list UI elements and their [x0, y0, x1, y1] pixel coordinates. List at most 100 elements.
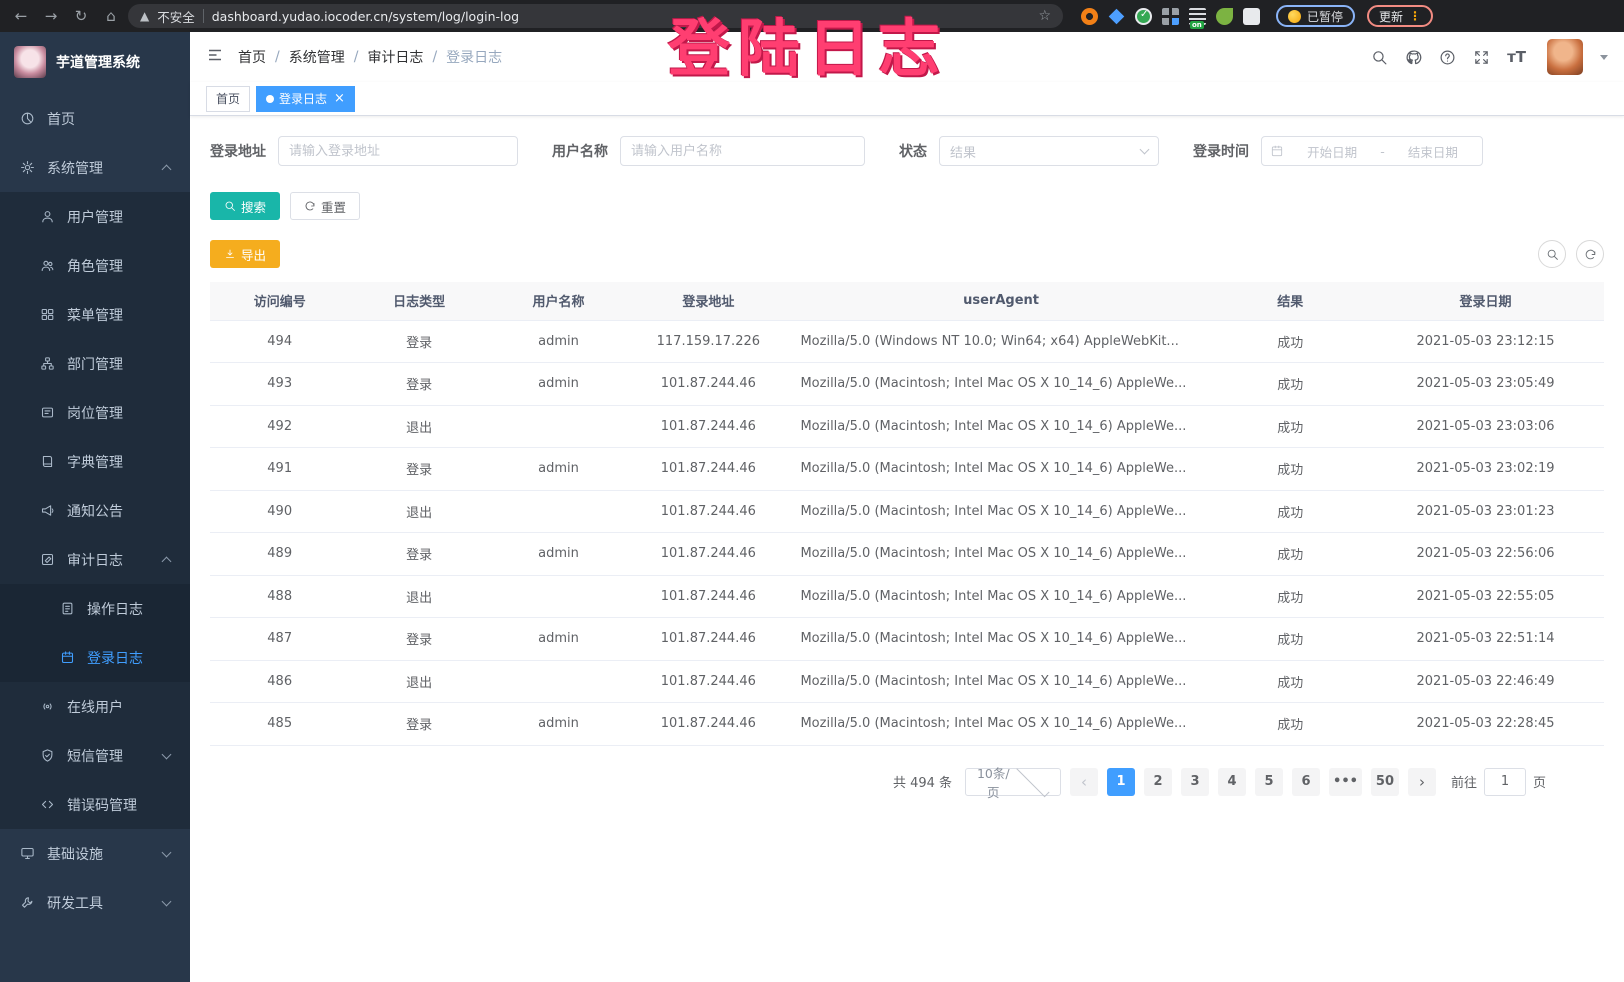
font-size-icon[interactable]: ᴛT: [1507, 48, 1526, 66]
column-header: 访问编号: [210, 282, 349, 320]
hide-search-button[interactable]: [1538, 240, 1566, 268]
help-icon[interactable]: [1439, 49, 1456, 66]
reset-button[interactable]: 重置: [290, 192, 360, 220]
forward-icon[interactable]: →: [38, 7, 64, 25]
table-cell: 487: [210, 618, 349, 661]
top-navbar: 首页/系统管理/审计日志/登录日志 ᴛT: [190, 32, 1624, 82]
hamburger-icon[interactable]: [206, 46, 224, 68]
pagination: 共 494 条 10条/页 ‹ 123456•••50 › 前往 页: [210, 768, 1604, 796]
search-button[interactable]: 搜索: [210, 192, 280, 220]
table-cell: admin: [489, 533, 628, 576]
sidebar-item-menu[interactable]: 菜单管理: [0, 290, 190, 339]
extension-icon[interactable]: [1162, 8, 1179, 25]
sidebar-item-dict[interactable]: 字典管理: [0, 437, 190, 486]
browser-menu-icon[interactable]: ⋮: [1409, 9, 1421, 23]
extension-icon[interactable]: on: [1189, 8, 1206, 25]
page-button-6[interactable]: 6: [1292, 768, 1320, 796]
app-logo[interactable]: 芋道管理系统: [0, 32, 190, 90]
sidebar-item-sms[interactable]: 短信管理: [0, 731, 190, 780]
breadcrumb-item[interactable]: 首页: [238, 47, 266, 67]
refresh-table-button[interactable]: [1576, 240, 1604, 268]
sidebar-item-system[interactable]: 系统管理: [0, 143, 190, 192]
page-size-select[interactable]: 10条/页: [965, 768, 1061, 796]
sidebar-item-label: 菜单管理: [67, 305, 123, 325]
extension-icon[interactable]: [1108, 8, 1125, 25]
reload-icon[interactable]: ↻: [68, 7, 94, 25]
extensions-puzzle-icon[interactable]: [1243, 8, 1260, 25]
profile-paused-pill[interactable]: 已暂停: [1276, 5, 1355, 27]
column-header: 用户名称: [489, 282, 628, 320]
table-cell: admin: [489, 618, 628, 661]
sidebar-item-user[interactable]: 用户管理: [0, 192, 190, 241]
table-body: 494登录admin117.159.17.226Mozilla/5.0 (Win…: [210, 320, 1604, 745]
fullscreen-icon[interactable]: [1473, 49, 1490, 66]
home-icon[interactable]: ⌂: [98, 7, 124, 25]
bookmark-star-icon[interactable]: ☆: [1038, 8, 1051, 24]
sidebar-item-dept[interactable]: 部门管理: [0, 339, 190, 388]
github-icon[interactable]: [1405, 49, 1422, 66]
date-range-picker[interactable]: 开始日期 - 结束日期: [1261, 136, 1483, 166]
table-cell: 成功: [1214, 618, 1367, 661]
table-row: 491登录admin101.87.244.46Mozilla/5.0 (Maci…: [210, 448, 1604, 491]
prev-page-button[interactable]: ‹: [1070, 768, 1098, 796]
sidebar-item-audit[interactable]: 审计日志: [0, 535, 190, 584]
tags-view-bar: 首页登录日志×: [190, 82, 1624, 116]
sidebar-item-loginlog[interactable]: 登录日志: [0, 633, 190, 682]
table-cell: 成功: [1214, 575, 1367, 618]
sidebar-item-home[interactable]: 首页: [0, 94, 190, 143]
refresh-icon: [304, 200, 316, 212]
table-cell: 登录: [349, 618, 488, 661]
status-select[interactable]: 结果: [939, 136, 1159, 166]
sidebar-item-role[interactable]: 角色管理: [0, 241, 190, 290]
tag-item[interactable]: 首页: [206, 86, 250, 112]
chevron-down-icon[interactable]: [1600, 55, 1608, 60]
breadcrumb-separator: /: [354, 49, 359, 65]
page-button-1[interactable]: 1: [1107, 768, 1135, 796]
breadcrumb-item[interactable]: 系统管理: [289, 47, 345, 67]
tab-close-icon[interactable]: ×: [334, 92, 345, 105]
login-address-input[interactable]: [278, 136, 518, 166]
sidebar-item-notice[interactable]: 通知公告: [0, 486, 190, 535]
sidebar-item-infra[interactable]: 基础设施: [0, 829, 190, 878]
search-icon[interactable]: [1371, 49, 1388, 66]
username-input[interactable]: [620, 136, 865, 166]
extension-icon[interactable]: [1081, 8, 1098, 25]
page-button-50[interactable]: 50: [1371, 768, 1399, 796]
page-button-4[interactable]: 4: [1218, 768, 1246, 796]
user-avatar[interactable]: [1547, 39, 1583, 75]
export-button[interactable]: 导出: [210, 240, 280, 268]
sidebar: 芋道管理系统 首页系统管理用户管理角色管理菜单管理部门管理岗位管理字典管理通知公…: [0, 32, 190, 982]
goto-page-input[interactable]: [1484, 768, 1526, 796]
main-area: 首页/系统管理/审计日志/登录日志 ᴛT 首页登录日志× 登录地址 用户名称: [190, 32, 1624, 982]
table-cell: 成功: [1214, 703, 1367, 746]
chevron-down-icon: [1016, 764, 1049, 797]
table-cell: Mozilla/5.0 (Macintosh; Intel Mac OS X 1…: [788, 448, 1213, 491]
table-cell: 成功: [1214, 363, 1367, 406]
system-icon: [20, 160, 35, 175]
sidebar-item-online[interactable]: 在线用户: [0, 682, 190, 731]
sidebar-item-label: 部门管理: [67, 354, 123, 374]
sidebar-item-post[interactable]: 岗位管理: [0, 388, 190, 437]
sidebar-item-tool[interactable]: 研发工具: [0, 878, 190, 927]
address-bar[interactable]: ▲ 不安全 dashboard.yudao.iocoder.cn/system/…: [128, 4, 1063, 28]
sidebar-item-oplog[interactable]: 操作日志: [0, 584, 190, 633]
back-icon[interactable]: ←: [8, 7, 34, 25]
table-row: 485登录admin101.87.244.46Mozilla/5.0 (Maci…: [210, 703, 1604, 746]
extension-icon[interactable]: [1135, 8, 1152, 25]
page-button-2[interactable]: 2: [1144, 768, 1172, 796]
table-toolbar: 导出: [210, 240, 1604, 268]
total-count: 共 494 条: [893, 772, 952, 791]
extension-icon[interactable]: [1216, 8, 1233, 25]
page-button-5[interactable]: 5: [1255, 768, 1283, 796]
sidebar-item-label: 用户管理: [67, 207, 123, 227]
page-button-3[interactable]: 3: [1181, 768, 1209, 796]
tag-active[interactable]: 登录日志×: [256, 86, 355, 112]
breadcrumb-item[interactable]: 审计日志: [367, 47, 423, 67]
update-button[interactable]: 更新 ⋮: [1367, 5, 1433, 27]
table-cell: 成功: [1214, 448, 1367, 491]
next-page-button[interactable]: ›: [1408, 768, 1436, 796]
table-cell: 成功: [1214, 405, 1367, 448]
sidebar-item-errcode[interactable]: 错误码管理: [0, 780, 190, 829]
more-pages-button[interactable]: •••: [1329, 768, 1362, 796]
table-cell: Mozilla/5.0 (Macintosh; Intel Mac OS X 1…: [788, 363, 1213, 406]
